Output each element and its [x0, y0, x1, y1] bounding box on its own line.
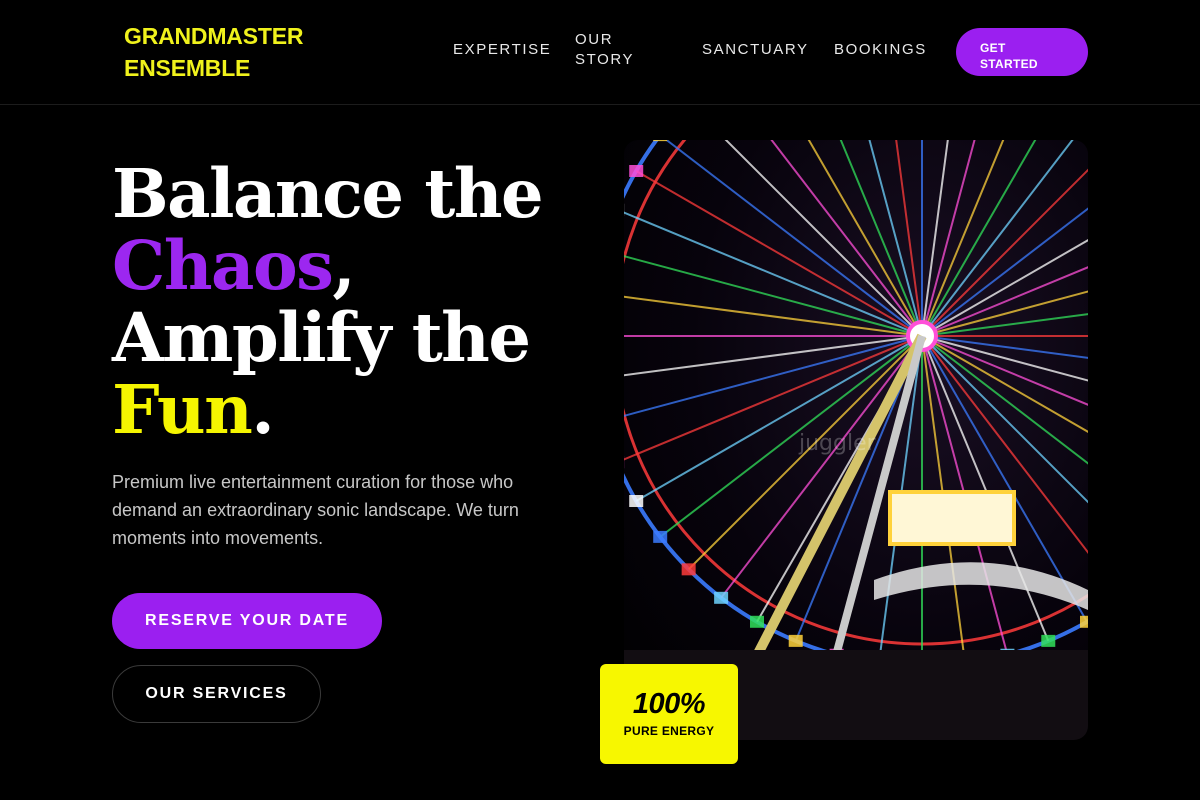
reserve-date-button[interactable]: RESERVE YOUR DATE — [112, 593, 382, 649]
wheel-gondola — [681, 563, 696, 576]
headline-line-2: Chaos, — [112, 230, 612, 302]
get-started-label: GET STARTED — [980, 41, 1038, 71]
ferris-wheel-illustration: juggler — [624, 140, 1088, 740]
wheel-gondola — [750, 615, 764, 628]
badge-label: PURE ENERGY — [623, 724, 715, 738]
nav-item-sanctuary[interactable]: SANCTUARY — [702, 40, 809, 60]
wheel-spoke — [624, 295, 923, 337]
wheel-gondola — [653, 140, 668, 142]
wheel-gondola — [629, 495, 644, 507]
energy-badge: 100% PURE ENERGY — [600, 664, 738, 764]
wheel-spoke — [921, 140, 1037, 337]
wheel-spoke — [921, 207, 1088, 337]
wheel-spoke — [921, 140, 1074, 337]
hero-headline: Balance the Chaos, Amplify the Fun. — [112, 158, 612, 446]
nav-item-bookings[interactable]: BOOKINGS — [834, 40, 927, 60]
wheel-sign — [888, 490, 1016, 546]
wheel-spoke — [921, 168, 1088, 337]
headline-line-1: Balance the — [112, 154, 544, 233]
wheel-spoke — [807, 140, 923, 337]
badge-value: 100% — [632, 688, 706, 720]
wheel-spoke — [624, 255, 923, 337]
headline-period: . — [251, 370, 274, 449]
wheel-spoke — [624, 335, 923, 417]
hero-description: Premium live entertainment curation for … — [112, 472, 519, 548]
wheel-gondola — [653, 530, 668, 543]
headline-line-4: Fun. — [112, 374, 612, 446]
headline-comma: , — [332, 226, 355, 305]
brand-logo[interactable]: GRANDMASTER ENSEMBLE — [124, 20, 344, 84]
headline-accent-chaos: Chaos — [112, 226, 334, 305]
wheel-gondola — [714, 591, 729, 604]
wheel-spoke — [724, 140, 923, 337]
nav-item-our-story[interactable]: OUR STORY — [575, 30, 655, 70]
wheel-spoke — [921, 335, 1088, 554]
wheel-gondola — [1080, 615, 1088, 628]
headline-accent-fun: Fun — [112, 370, 253, 449]
get-started-button[interactable]: GET STARTED — [956, 28, 1088, 76]
nav-item-expertise[interactable]: EXPERTISE — [453, 40, 551, 60]
wheel-spoke — [635, 170, 923, 337]
our-services-button[interactable]: OUR SERVICES — [112, 665, 321, 723]
wheel-gondola — [629, 165, 644, 177]
wheel-gondola — [1041, 634, 1056, 647]
hero-image-ferris-wheel: juggler — [624, 140, 1088, 740]
wheel-spoke — [921, 335, 1050, 642]
image-watermark: juggler — [798, 431, 877, 456]
site-header: GRANDMASTER ENSEMBLE EXPERTISE OUR STORY… — [0, 0, 1200, 105]
headline-line-3: Amplify the — [112, 298, 531, 377]
wheel-spoke — [624, 335, 923, 377]
wheel-gondola — [788, 634, 803, 647]
